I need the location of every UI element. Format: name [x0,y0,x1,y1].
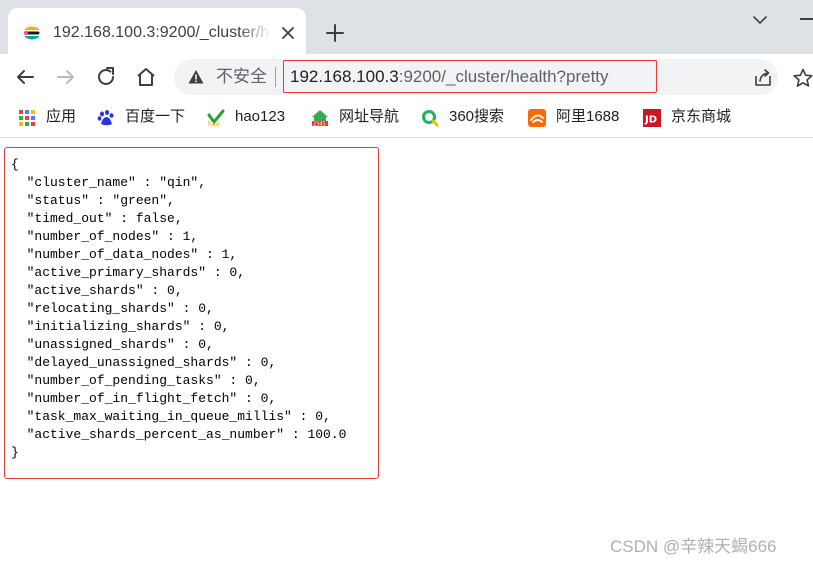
json-line: "initializing_shards" : 0, [11,319,230,334]
chevron-down-icon[interactable] [750,10,770,30]
close-icon[interactable] [278,23,298,43]
json-line: "status" : "green", [11,193,175,208]
elastic-icon [22,23,42,43]
json-line: "relocating_shards" : 0, [11,301,214,316]
svg-text:JD: JD [644,115,657,126]
360-search-icon [422,110,439,127]
json-line: "timed_out" : false, [11,211,183,226]
json-line: "task_max_waiting_in_queue_millis" : 0, [11,409,331,424]
apps-grid-icon [19,110,35,126]
home-icon[interactable] [134,65,158,89]
bookmark-label: 阿里1688 [556,108,620,125]
bookmark-label: 应用 [46,108,77,125]
tab-title: 192.168.100.3:9200/_cluster/health?prett… [53,24,271,41]
json-line: "delayed_unassigned_shards" : 0, [11,355,277,370]
star-icon[interactable] [792,67,813,89]
bookmark-label: 百度一下 [125,108,186,125]
back-arrow-icon[interactable] [13,65,37,89]
json-line: "active_shards_percent_as_number" : 100.… [11,427,347,442]
baidu-paw-icon [97,110,114,126]
warning-icon[interactable] [188,69,204,85]
forward-arrow-icon[interactable] [54,65,78,89]
security-status-label[interactable]: 不安全 [216,66,267,88]
url-path: :9200/_cluster/health?pretty [398,67,609,86]
hao123-icon: hao [207,109,225,127]
reload-icon[interactable] [94,65,118,89]
url-highlight-box[interactable]: 192.168.100.3:9200/_cluster/health?prett… [283,60,657,93]
json-line: "active_primary_shards" : 0, [11,265,246,280]
bookmark-label: 京东商城 [671,108,732,125]
2345-icon: 2345 [312,110,328,128]
tab-strip: 192.168.100.3:9200/_cluster/health?prett… [0,0,813,54]
svg-text:2345: 2345 [313,122,326,128]
svg-text:hao: hao [208,121,219,127]
address-separator [275,67,276,87]
json-line: "number_of_data_nodes" : 1, [11,247,238,262]
bookmark-label: 360搜索 [449,108,505,125]
csdn-watermark: CSDN @辛辣天蝎666 [610,537,777,556]
bookmark-label: 网址导航 [339,108,400,125]
json-line: "unassigned_shards" : 0, [11,337,214,352]
minimize-button[interactable] [800,18,813,20]
json-line: "number_of_nodes" : 1, [11,229,199,244]
share-icon[interactable] [752,67,774,89]
json-line: "number_of_pending_tasks" : 0, [11,373,261,388]
browser-toolbar: 不安全 192.168.100.3:9200/_cluster/health?p… [0,54,813,100]
json-line: } [11,445,19,460]
bookmark-label: hao123 [235,108,286,125]
json-response-box: { "cluster_name" : "qin", "status" : "gr… [4,147,379,479]
alibaba-1688-icon [528,109,546,127]
jd-icon: JD [643,109,661,127]
url-text[interactable]: 192.168.100.3:9200/_cluster/health?prett… [290,66,609,88]
url-host: 192.168.100.3 [290,67,399,86]
json-line: "cluster_name" : "qin", [11,175,207,190]
json-line: "number_of_in_flight_fetch" : 0, [11,391,277,406]
plus-icon[interactable] [322,20,348,46]
address-bar[interactable]: 不安全 192.168.100.3:9200/_cluster/health?p… [174,59,778,95]
json-line: { [11,157,19,172]
active-tab[interactable]: 192.168.100.3:9200/_cluster/health?prett… [8,8,306,54]
bookmarks-bar: 应用 百度一下 hao hao123 2345 网址导航 360搜索 阿里168… [0,100,813,138]
json-line: "active_shards" : 0, [11,283,183,298]
